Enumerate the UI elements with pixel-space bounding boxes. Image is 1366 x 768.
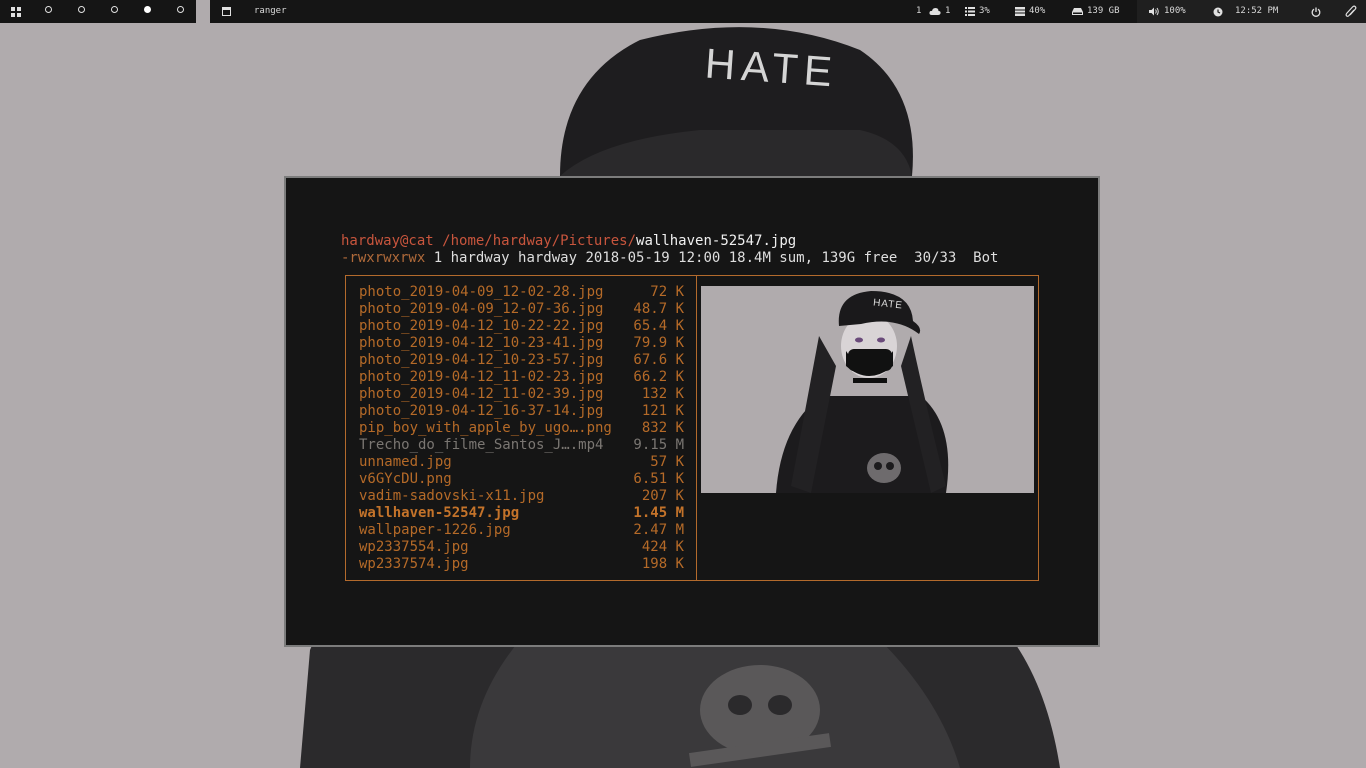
file-name: Trecho_do_filme_Santos_J….mp4	[359, 437, 604, 453]
clock-time: 12:52 PM	[1235, 6, 1279, 16]
image-preview: HATE	[701, 286, 1034, 493]
file-name: photo_2019-04-12_10-22-22.jpg	[359, 318, 604, 334]
file-row[interactable]: photo_2019-04-12_10-22-22.jpg 65.4 K	[359, 318, 684, 335]
ranger-path-line: hardway@cat /home/hardway/Pictures/wallh…	[341, 233, 796, 250]
prompt-directory: /home/hardway/Pictures/	[442, 233, 637, 249]
file-size: 67.6 K	[633, 352, 684, 368]
workspace-segment	[0, 0, 196, 23]
file-row[interactable]: photo_2019-04-12_10-23-57.jpg 67.6 K	[359, 352, 684, 369]
workspace-1-indicator[interactable]	[45, 6, 52, 13]
clock-icon	[1213, 7, 1223, 16]
file-size: 424 K	[641, 539, 684, 555]
file-row[interactable]: wallpaper-1226.jpg 2.47 M	[359, 522, 684, 539]
memory-indicator[interactable]: 40%	[1015, 0, 1045, 23]
file-row[interactable]: vadim-sadovski-x11.jpg 207 K	[359, 488, 684, 505]
file-row[interactable]: pip_boy_with_apple_by_ugo….png 832 K	[359, 420, 684, 437]
file-size: 57 K	[650, 454, 684, 470]
terminal-window[interactable]: hardway@cat /home/hardway/Pictures/wallh…	[284, 176, 1100, 647]
preview-illustration	[701, 286, 1034, 493]
workspace-3-indicator[interactable]	[111, 6, 118, 13]
file-name: wp2337554.jpg	[359, 539, 469, 555]
file-name: photo_2019-04-12_16-37-14.jpg	[359, 403, 604, 419]
updates-count: 1	[916, 6, 922, 16]
file-row[interactable]: photo_2019-04-12_11-02-39.jpg 132 K	[359, 386, 684, 403]
file-size: 48.7 K	[633, 301, 684, 317]
volume-value: 100%	[1164, 6, 1186, 16]
workspace-5-indicator[interactable]	[177, 6, 184, 13]
file-size: 198 K	[641, 556, 684, 572]
file-row[interactable]: photo_2019-04-12_10-23-41.jpg 79.9 K	[359, 335, 684, 352]
clock-indicator[interactable]: 12:52 PM	[1213, 0, 1278, 23]
file-list: photo_2019-04-09_12-02-28.jpg 72 Kphoto_2…	[359, 284, 684, 573]
file-size: 121 K	[641, 403, 684, 419]
updates-indicator[interactable]: 1	[916, 0, 921, 23]
volume-indicator[interactable]: 100%	[1149, 0, 1186, 23]
file-row[interactable]: wp2337574.jpg 198 K	[359, 556, 684, 573]
cpu-value: 3%	[979, 6, 990, 16]
file-row[interactable]: Trecho_do_filme_Santos_J….mp4 9.15 M	[359, 437, 684, 454]
file-name: pip_boy_with_apple_by_ugo….png	[359, 420, 612, 436]
file-name: wallhaven-52547.jpg	[359, 505, 520, 521]
top-bar: ranger 1 1 3% 40% 139 GB 100% 12:52 PM	[0, 0, 1366, 23]
prompt-user-host: hardway@cat	[341, 233, 434, 249]
workspace-2-indicator[interactable]	[78, 6, 85, 13]
file-size: 79.9 K	[633, 335, 684, 351]
list-icon	[965, 7, 975, 16]
system-segment: 100% 12:52 PM	[1137, 0, 1366, 23]
disk-value: 139 GB	[1087, 6, 1120, 16]
file-size: 65.4 K	[633, 318, 684, 334]
file-status-info: 1 hardway hardway 2018-05-19 12:00 18.4M…	[425, 250, 999, 266]
file-row[interactable]: photo_2019-04-09_12-02-28.jpg 72 K	[359, 284, 684, 301]
cpu-indicator[interactable]: 3%	[965, 0, 990, 23]
file-size: 207 K	[641, 488, 684, 504]
file-row[interactable]: wallhaven-52547.jpg 1.45 M	[359, 505, 684, 522]
file-name: photo_2019-04-12_10-23-41.jpg	[359, 335, 604, 351]
memory-icon	[1015, 7, 1025, 16]
file-row[interactable]: photo_2019-04-09_12-07-36.jpg 48.7 K	[359, 301, 684, 318]
ranger-panes: photo_2019-04-09_12-02-28.jpg 72 Kphoto_2…	[345, 275, 1039, 581]
file-size: 1.45 M	[633, 505, 684, 521]
file-permissions: -rwxrwxrwx	[341, 250, 426, 266]
disk-indicator[interactable]: 139 GB	[1072, 0, 1120, 23]
window-title-segment: ranger 1 1 3% 40% 139 GB	[210, 0, 1137, 23]
file-size: 66.2 K	[633, 369, 684, 385]
paperclip-icon[interactable]	[1345, 0, 1357, 23]
file-size: 132 K	[641, 386, 684, 402]
memory-value: 40%	[1029, 6, 1046, 16]
file-name: photo_2019-04-12_11-02-39.jpg	[359, 386, 604, 402]
file-name: photo_2019-04-12_10-23-57.jpg	[359, 352, 604, 368]
file-row[interactable]: photo_2019-04-12_16-37-14.jpg 121 K	[359, 403, 684, 420]
file-name: photo_2019-04-09_12-02-28.jpg	[359, 284, 604, 300]
file-row[interactable]: photo_2019-04-12_11-02-23.jpg 66.2 K	[359, 369, 684, 386]
file-row[interactable]: wp2337554.jpg 424 K	[359, 539, 684, 556]
file-row[interactable]: unnamed.jpg 57 K	[359, 454, 684, 471]
ranger-status-line: -rwxrwxrwx 1 hardway hardway 2018-05-19 …	[341, 250, 998, 267]
window-title: ranger	[254, 6, 287, 16]
window-icon	[222, 0, 231, 23]
apps-grid-icon[interactable]	[11, 0, 21, 23]
uploads-count: 1	[945, 6, 951, 16]
file-name: photo_2019-04-12_11-02-23.jpg	[359, 369, 604, 385]
file-size: 6.51 K	[633, 471, 684, 487]
wallpaper-cap-text: HATE	[703, 39, 840, 96]
cloud-upload-indicator[interactable]: 1	[929, 0, 950, 23]
power-icon[interactable]	[1311, 0, 1321, 23]
cloud-icon	[929, 8, 941, 15]
file-size: 2.47 M	[633, 522, 684, 538]
file-name: wallpaper-1226.jpg	[359, 522, 511, 538]
file-row[interactable]: v6GYcDU.png 6.51 K	[359, 471, 684, 488]
file-name: vadim-sadovski-x11.jpg	[359, 488, 545, 504]
workspace-4-indicator-active[interactable]	[144, 6, 151, 13]
file-name: wp2337574.jpg	[359, 556, 469, 572]
hard-drive-icon	[1072, 8, 1083, 15]
pane-divider	[696, 276, 697, 580]
prompt-current-file: wallhaven-52547.jpg	[636, 233, 797, 249]
speaker-icon	[1149, 7, 1159, 16]
file-name: unnamed.jpg	[359, 454, 452, 470]
file-size: 72 K	[650, 284, 684, 300]
file-name: photo_2019-04-09_12-07-36.jpg	[359, 301, 604, 317]
file-name: v6GYcDU.png	[359, 471, 452, 487]
file-size: 832 K	[641, 420, 684, 436]
file-size: 9.15 M	[633, 437, 684, 453]
